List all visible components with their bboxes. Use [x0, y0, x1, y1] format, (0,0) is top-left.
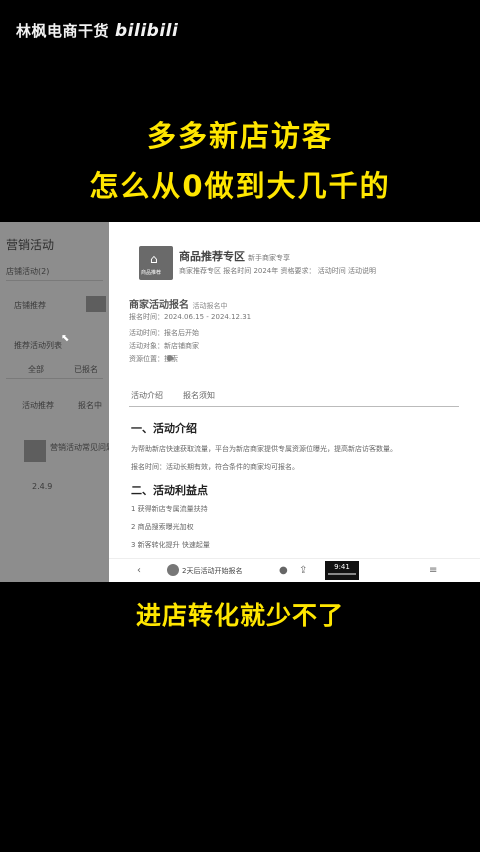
chevron-left-icon[interactable]: ‹	[137, 565, 141, 576]
toggle-block[interactable]	[86, 296, 106, 312]
section-benefits-heading: 二、活动利益点	[131, 484, 208, 497]
tab-notice[interactable]: 报名须知	[183, 390, 215, 401]
tab-all[interactable]: 全部	[28, 364, 44, 375]
mouse-cursor-icon: ⬉	[61, 333, 70, 344]
activity-sub: 活动报名中	[192, 302, 228, 310]
tab-registered[interactable]: 已报名	[74, 364, 98, 375]
activity-title: 商家活动报名 活动报名中	[129, 296, 227, 311]
shop-logo-label: 商品推荐	[141, 270, 162, 276]
shop-name: 商品推荐专区 新手商家专享	[179, 248, 290, 264]
shop-logo: ⌂ 商品推荐	[139, 246, 173, 280]
channel-watermark: 林枫电商干货 bilibili	[16, 20, 178, 41]
activity-dates: 报名时间：2024.06.15 - 2024.12.31	[129, 313, 252, 321]
list-item-meta: 2.4.9	[32, 482, 53, 491]
toolbar-message[interactable]: 2天后活动开始报名	[182, 566, 242, 576]
headline-line-2: 怎么从0做到大几千的	[89, 169, 391, 203]
sidebar-title: 营销活动	[6, 238, 55, 252]
list-status: 报名中	[78, 401, 102, 410]
tab-underline	[129, 406, 459, 407]
meta-line: 活动对象：新店铺商家	[129, 342, 199, 350]
meta-line: 资源位置：搜索	[129, 355, 178, 363]
item-thumbnail	[24, 440, 46, 462]
benefit-item: 3 新客转化提升 快速起量	[131, 541, 210, 549]
sidebar-heading: 推荐活动列表	[14, 341, 62, 350]
playback-time: 9:41	[325, 561, 359, 580]
activity-title-text: 商家活动报名	[129, 300, 189, 311]
screen-recording: 营销活动 店铺活动(2) 店铺推荐 推荐活动列表 ⬉ 全部 已报名 活动推荐 报…	[0, 222, 480, 582]
bilibili-logo: bilibili	[115, 20, 179, 41]
meta-line: 活动时间：报名后开始	[129, 329, 199, 337]
intro-paragraph: 报名时间：活动长期有效，符合条件的商家均可报名。	[131, 463, 299, 471]
detail-panel: ⌂ 商品推荐 商品推荐专区 新手商家专享 商家推荐专区 报名时间 2024年 资格…	[109, 222, 480, 582]
intro-text: 商家推荐专区 报名时间 2024年 资格要求： 活动时间 活动说明	[179, 267, 376, 275]
sidebar-item[interactable]: 店铺推荐	[14, 300, 46, 311]
intro-paragraph: 为帮助新店快速获取流量，平台为新店商家提供专属资源位曝光，提高新店访客数量。	[131, 445, 397, 453]
channel-name: 林枫电商干货	[16, 22, 110, 40]
benefit-item: 1 获得新店专属流量扶持	[131, 505, 208, 513]
section-intro-heading: 一、活动介绍	[131, 422, 197, 435]
bottom-toolbar: ‹ 2天后活动开始报名 ● ⇪ 9:41 ≡	[109, 558, 480, 582]
divider	[6, 280, 103, 281]
share-icon[interactable]: ⇪	[299, 565, 307, 576]
playback-time-text: 9:41	[334, 563, 350, 571]
avatar	[167, 564, 179, 576]
menu-icon[interactable]: ≡	[429, 565, 437, 576]
more-icon[interactable]: ●	[279, 565, 288, 576]
shop-name-text: 商品推荐专区	[179, 250, 245, 263]
list-item-title[interactable]: 营销活动常见问题	[50, 442, 114, 453]
benefit-item: 2 商品搜索曝光加权	[131, 523, 194, 531]
subtitle-caption: 进店转化就少不了	[135, 601, 344, 630]
left-sidebar: 营销活动 店铺活动(2) 店铺推荐 推荐活动列表 ⬉ 全部 已报名 活动推荐 报…	[0, 222, 114, 582]
sidebar-item[interactable]: 店铺活动(2)	[6, 266, 49, 277]
list-item[interactable]: 活动推荐	[22, 400, 54, 411]
divider	[6, 378, 103, 379]
house-icon: ⌂	[150, 252, 158, 266]
headline-line-1: 多多新店访客	[146, 119, 333, 153]
progress-bar	[328, 573, 356, 575]
tab-intro[interactable]: 活动介绍	[131, 390, 163, 401]
shop-sub: 新手商家专享	[248, 254, 290, 262]
